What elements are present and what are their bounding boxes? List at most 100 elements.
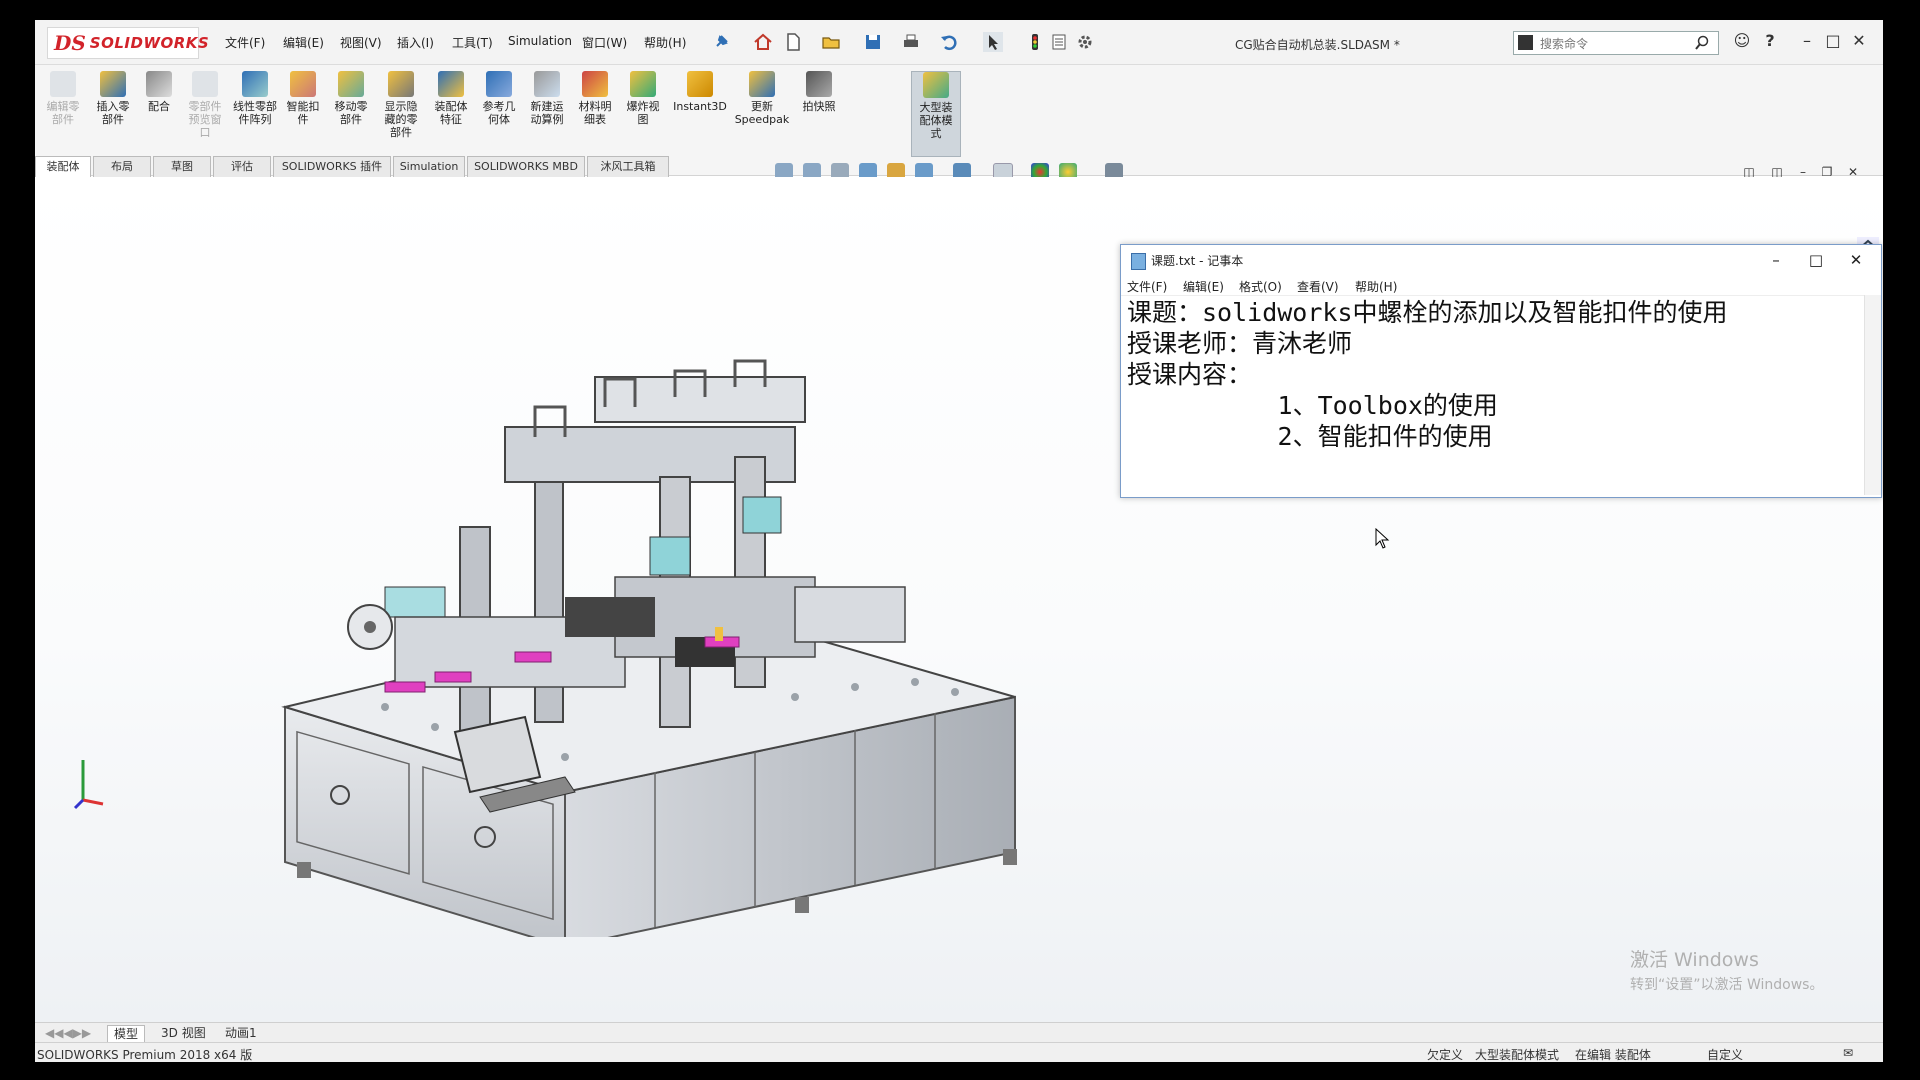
instant3d-button[interactable]: Instant3D <box>671 71 729 113</box>
assembly-feature-icon <box>438 71 464 97</box>
notepad-scrollbar[interactable] <box>1864 295 1881 495</box>
edition-label: SOLIDWORKS Premium 2018 x64 版 <box>37 1048 253 1062</box>
bill-of-materials-button[interactable]: 材料明 细表 <box>571 71 619 126</box>
notepad-line: 授课老师：青沐老师 <box>1127 329 1353 358</box>
notepad-maximize-button[interactable]: □ <box>1801 248 1831 272</box>
options-gear-icon[interactable] <box>1075 32 1095 52</box>
notepad-title-bar[interactable]: 课题.txt - 记事本 – □ ✕ <box>1121 245 1881 275</box>
move-component-icon <box>338 71 364 97</box>
file-properties-icon[interactable] <box>1049 32 1069 52</box>
print-icon[interactable] <box>901 32 921 52</box>
notepad-menu-file[interactable]: 文件(F) <box>1127 278 1167 295</box>
reference-geometry-button[interactable]: 参考几 何体 <box>475 71 523 126</box>
notepad-menu-view[interactable]: 查看(V) <box>1297 278 1339 295</box>
watermark-line1: 激活 Windows <box>1630 949 1759 971</box>
notepad-menu-edit[interactable]: 编辑(E) <box>1183 278 1224 295</box>
edit-component-icon <box>50 71 76 97</box>
tab-scroll-arrows[interactable]: ◀◀◀▶▶ <box>39 1025 97 1041</box>
maximize-button[interactable]: □ <box>1821 29 1845 53</box>
search-icon[interactable] <box>1694 35 1710 51</box>
notepad-file-icon <box>1131 253 1146 270</box>
solidworks-window: DS SOLIDWORKS 文件(F) 编辑(E) 视图(V) 插入(I) 工具… <box>35 20 1883 1062</box>
status-message-icon[interactable]: ✉ <box>1843 1046 1853 1060</box>
linear-pattern-icon <box>242 71 268 97</box>
component-preview-button[interactable]: 零部件 预览窗 口 <box>181 71 229 139</box>
instant3d-icon <box>687 71 713 97</box>
edit-component-button[interactable]: 编辑零 部件 <box>39 71 87 126</box>
smart-fasteners-icon <box>290 71 316 97</box>
traffic-light-icon[interactable] <box>1025 32 1045 52</box>
coordinate-triad-icon <box>73 760 104 810</box>
tab-layout[interactable]: 布局 <box>93 156 151 178</box>
menu-window[interactable]: 窗口(W) <box>582 34 627 51</box>
close-button[interactable]: ✕ <box>1847 29 1871 53</box>
large-assembly-icon <box>923 72 949 98</box>
menu-help[interactable]: 帮助(H) <box>644 34 686 51</box>
notepad-line: 课题：solidworks中螺栓的添加以及智能扣件的使用 <box>1127 298 1728 327</box>
watermark-line2: 转到“设置”以激活 Windows。 <box>1630 977 1824 993</box>
save-icon[interactable] <box>863 32 883 52</box>
undo-icon[interactable] <box>939 32 959 52</box>
tab-sketch[interactable]: 草图 <box>153 156 211 178</box>
pin-icon[interactable] <box>711 32 731 52</box>
menu-insert[interactable]: 插入(I) <box>397 34 434 51</box>
menu-simulation[interactable]: Simulation <box>508 34 572 48</box>
new-document-icon[interactable] <box>783 32 803 52</box>
show-hidden-components-button[interactable]: 显示隐 藏的零 部件 <box>377 71 425 139</box>
notepad-menu-format[interactable]: 格式(O) <box>1239 278 1282 295</box>
tab-simulation[interactable]: Simulation <box>393 156 465 178</box>
tab-3d-view[interactable]: 3D 视图 <box>155 1025 212 1041</box>
status-editing: 在编辑 装配体 <box>1575 1048 1651 1062</box>
menu-file[interactable]: 文件(F) <box>225 34 265 51</box>
menu-view[interactable]: 视图(V) <box>340 34 382 51</box>
take-snapshot-button[interactable]: 拍快照 <box>795 71 843 113</box>
assembly-features-button[interactable]: 装配体 特征 <box>427 71 475 126</box>
document-title: CG贴合自动机总装.SLDASM * <box>1235 38 1400 52</box>
smart-fasteners-button[interactable]: 智能扣 件 <box>279 71 327 126</box>
tab-solidworks-addins[interactable]: SOLIDWORKS 插件 <box>273 156 391 178</box>
menu-tools[interactable]: 工具(T) <box>452 34 493 51</box>
minimize-button[interactable]: – <box>1795 29 1819 53</box>
ds-logo-mark: DS <box>54 31 86 55</box>
tab-model[interactable]: 模型 <box>107 1025 146 1043</box>
notepad-window[interactable]: 课题.txt - 记事本 – □ ✕ 文件(F) 编辑(E) 格式(O) 查看(… <box>1120 244 1882 498</box>
tab-solidworks-mbd[interactable]: SOLIDWORKS MBD <box>467 156 585 178</box>
open-folder-icon[interactable] <box>821 32 841 52</box>
solidworks-logo[interactable]: DS SOLIDWORKS <box>47 27 209 59</box>
move-component-button[interactable]: 移动零 部件 <box>327 71 375 126</box>
linear-pattern-button[interactable]: 线性零部 件阵列 <box>231 71 279 126</box>
bottom-view-tabs: ◀◀◀▶▶ 模型 3D 视图 动画1 <box>35 1022 1883 1043</box>
update-speedpak-button[interactable]: 更新 Speedpak <box>733 71 791 126</box>
notepad-title: 课题.txt - 记事本 <box>1151 254 1244 268</box>
search-placeholder: 搜索命令 <box>1540 37 1589 51</box>
machine-assembly-model[interactable] <box>235 337 1055 937</box>
mate-button[interactable]: 配合 <box>135 71 183 113</box>
tab-assembly[interactable]: 装配体 <box>35 156 91 178</box>
status-units-custom[interactable]: 自定义 <box>1707 1046 1743 1062</box>
mouse-cursor-icon <box>1375 528 1390 549</box>
status-bar: SOLIDWORKS Premium 2018 x64 版 欠定义 大型装配体模… <box>35 1042 1883 1062</box>
notepad-menu-help[interactable]: 帮助(H) <box>1355 278 1397 295</box>
notepad-menu-bar: 文件(F) 编辑(E) 格式(O) 查看(V) 帮助(H) <box>1121 275 1881 296</box>
large-assembly-mode-button[interactable]: 大型装 配体模 式 <box>911 71 961 157</box>
home-icon[interactable] <box>753 32 773 52</box>
new-motion-study-button[interactable]: 新建运 动算例 <box>523 71 571 126</box>
insert-components-button[interactable]: 插入零 部件 <box>89 71 137 126</box>
tab-mufeng-toolbox[interactable]: 沐风工具箱 <box>587 156 669 178</box>
user-account-icon[interactable]: ☺ <box>1730 29 1754 53</box>
status-definition: 欠定义 <box>1427 1048 1464 1062</box>
notepad-close-button[interactable]: ✕ <box>1841 248 1871 272</box>
show-hidden-icon <box>388 71 414 97</box>
tab-evaluate[interactable]: 评估 <box>213 156 271 178</box>
menu-edit[interactable]: 编辑(E) <box>283 34 324 51</box>
motion-study-icon <box>534 71 560 97</box>
help-icon[interactable]: ? <box>1758 29 1782 53</box>
notepad-text-area[interactable]: 课题：solidworks中螺栓的添加以及智能扣件的使用 授课老师：青沐老师 授课内… <box>1127 297 1857 493</box>
reference-geometry-icon <box>486 71 512 97</box>
notepad-minimize-button[interactable]: – <box>1761 248 1791 272</box>
exploded-view-button[interactable]: 爆炸视 图 <box>619 71 667 126</box>
tab-animation1[interactable]: 动画1 <box>219 1025 263 1041</box>
search-commands-input[interactable]: 搜索命令 <box>1513 31 1719 55</box>
select-arrow-icon[interactable] <box>983 32 1003 52</box>
mate-icon <box>146 71 172 97</box>
